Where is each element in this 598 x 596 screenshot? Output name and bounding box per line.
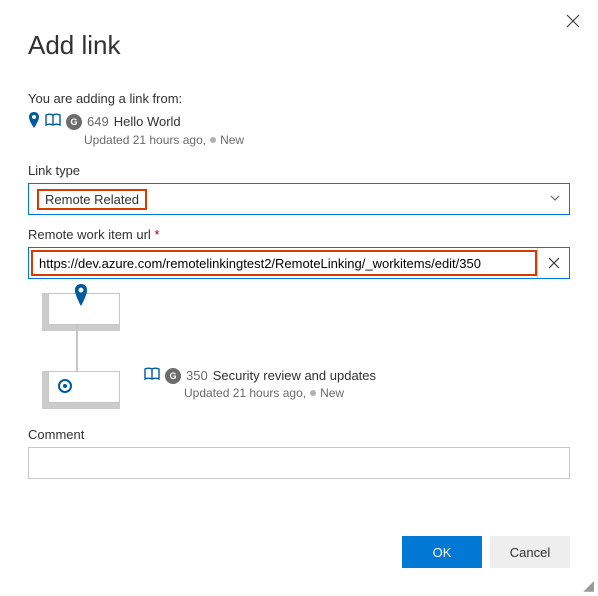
avatar-icon: G xyxy=(66,114,82,130)
close-icon xyxy=(548,257,560,269)
source-item: G 649 Hello World Updated 21 hours ago, … xyxy=(28,112,570,147)
relationship-diagram: G 350 Security review and updates Update… xyxy=(28,289,570,409)
comment-input[interactable] xyxy=(28,447,570,479)
clear-url-button[interactable] xyxy=(537,248,569,278)
source-updated: Updated 21 hours ago, xyxy=(84,133,206,147)
resize-grip-icon[interactable]: ◢ xyxy=(583,578,594,592)
linked-updated: Updated 21 hours ago, xyxy=(184,386,306,400)
linked-state: New xyxy=(320,386,344,400)
chevron-down-icon xyxy=(549,192,561,207)
connector-line xyxy=(76,325,78,377)
comment-label: Comment xyxy=(28,427,570,442)
linked-item: G 350 Security review and updates Update… xyxy=(144,289,376,400)
pin-icon xyxy=(73,284,89,309)
linked-title: Security review and updates xyxy=(213,368,376,383)
remote-url-input[interactable] xyxy=(31,250,537,276)
target-icon xyxy=(57,378,73,397)
url-label: Remote work item url * xyxy=(28,227,570,242)
intro-text: You are adding a link from: xyxy=(28,91,570,106)
source-state: New xyxy=(220,133,244,147)
pin-icon xyxy=(28,112,40,131)
diagram-source-box xyxy=(48,293,120,325)
source-title: Hello World xyxy=(114,114,181,129)
state-dot-icon xyxy=(210,137,216,143)
linked-id: 350 xyxy=(186,368,208,383)
link-type-value: Remote Related xyxy=(37,189,147,210)
ok-button[interactable]: OK xyxy=(402,536,482,568)
state-dot-icon xyxy=(310,390,316,396)
dialog-title: Add link xyxy=(28,30,570,61)
cancel-button[interactable]: Cancel xyxy=(490,536,570,568)
link-type-label: Link type xyxy=(28,163,570,178)
book-icon xyxy=(144,367,160,384)
book-icon xyxy=(45,113,61,130)
avatar-icon: G xyxy=(165,368,181,384)
diagram-target-box xyxy=(48,371,120,403)
required-asterisk: * xyxy=(154,227,159,242)
source-id: 649 xyxy=(87,114,109,129)
link-type-select[interactable]: Remote Related xyxy=(28,183,570,215)
close-icon[interactable] xyxy=(566,14,580,31)
